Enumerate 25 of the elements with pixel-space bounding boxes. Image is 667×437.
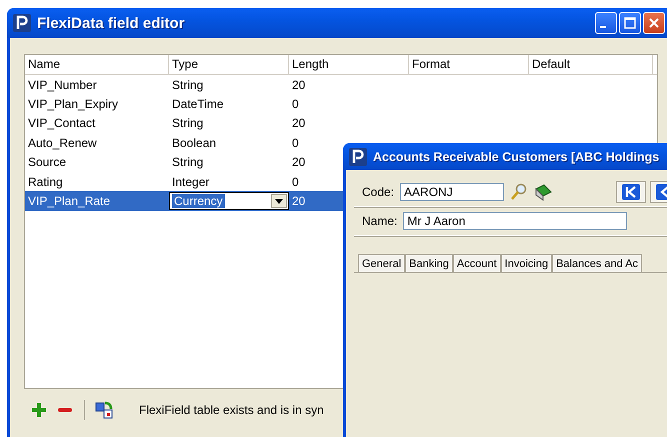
- field-label: Code:: [362, 184, 394, 200]
- table-cell-text: Boolean: [171, 136, 218, 150]
- table-cell-text: 0: [291, 174, 300, 189]
- table-cell-text: Source: [27, 155, 68, 170]
- table-cell-text: 0: [291, 97, 300, 112]
- table-cell-text: DateTime: [171, 97, 225, 112]
- table-cell-text: 20: [291, 194, 306, 208]
- table-cell-text: 20: [291, 78, 306, 92]
- table-cell-text: Integer: [171, 174, 210, 189]
- table-cell-text: VIP_Plan_Expiry: [27, 97, 120, 112]
- table-cell-text: 20: [291, 116, 306, 130]
- table-cell-text: String: [171, 155, 204, 170]
- table-cell-text: 20: [291, 155, 306, 170]
- table-cell-text: VIP_Plan_Rate: [27, 194, 112, 208]
- table-cell-text: VIP_Number: [27, 78, 98, 92]
- window-title: Accounts Receivable Customers [ABC Holdings: [373, 150, 660, 164]
- table-cell-text: Auto_Renew: [27, 136, 98, 150]
- field-label: Name:: [362, 213, 398, 229]
- table-cell-text: String: [171, 116, 204, 130]
- table-cell-text: String: [171, 78, 204, 92]
- status-text: FlexiField table exists and is in syn: [139, 403, 324, 417]
- table-cell-text: Rating: [27, 174, 64, 189]
- table-cell-text: 0: [291, 136, 300, 150]
- table-cell-text: VIP_Contact: [27, 116, 96, 130]
- window-title: FlexiData field editor: [37, 14, 185, 32]
